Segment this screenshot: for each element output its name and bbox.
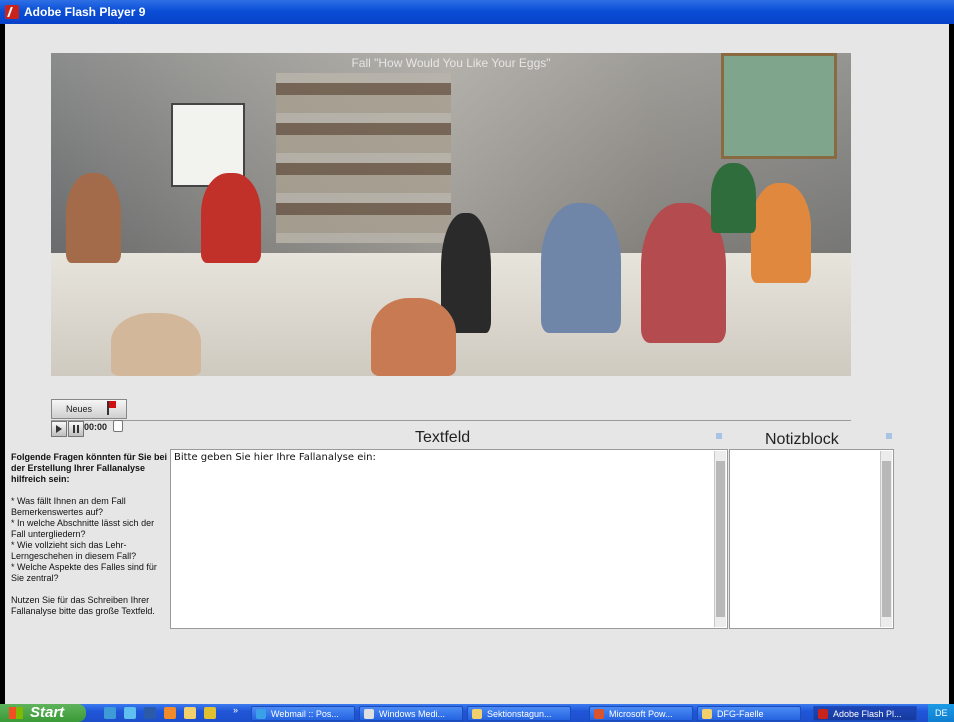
media-player-icon [364, 709, 374, 719]
video-player[interactable]: Fall "How Would You Like Your Eggs" [51, 53, 851, 376]
language-label: DE [935, 708, 948, 718]
task-button[interactable]: Windows Medi... [359, 706, 463, 721]
quicklaunch-firefox-icon[interactable] [104, 707, 116, 719]
task-label: Sektionstagun... [487, 709, 552, 719]
task-label: Adobe Flash Pl... [833, 709, 902, 719]
instructions-panel: Folgende Fragen könnten für Sie bei der … [11, 452, 171, 628]
instructions-intro: Folgende Fragen könnten für Sie bei der … [11, 452, 168, 484]
task-label: Windows Medi... [379, 709, 446, 719]
time-display: 00:00 [84, 422, 108, 432]
scroll-thumb[interactable] [882, 461, 891, 617]
powerpoint-icon [594, 709, 604, 719]
flag-icon [107, 401, 117, 415]
quicklaunch-ie-icon[interactable] [124, 707, 136, 719]
video-caption: Fall "How Would You Like Your Eggs" [351, 56, 551, 70]
quicklaunch-media-icon[interactable] [164, 707, 176, 719]
question-item: * Welche Aspekte des Falles sind für Sie… [11, 562, 157, 583]
windows-logo-icon [9, 707, 23, 719]
folder-icon [702, 709, 712, 719]
scroll-thumb[interactable] [716, 461, 725, 617]
quicklaunch-more-icon[interactable]: » [233, 705, 238, 715]
textfeld-square-icon [716, 433, 722, 439]
start-button[interactable]: Start [0, 704, 86, 722]
neues-label: Neues [66, 404, 93, 414]
start-label: Start [30, 704, 65, 721]
pause-button[interactable] [68, 421, 84, 437]
task-button[interactable]: Webmail :: Pos... [251, 706, 355, 721]
instructions-outro: Nutzen Sie für das Schreiben Ihrer Falla… [11, 595, 155, 616]
video-person [371, 298, 456, 376]
textfeld-scrollbar[interactable] [714, 451, 726, 627]
task-button[interactable]: DFG-Faelle [697, 706, 801, 721]
notizblock-input[interactable] [729, 449, 894, 629]
flash-icon [818, 709, 828, 719]
question-item: * Wie vollzieht sich das Lehr-Lerngesche… [11, 540, 137, 561]
task-label: Microsoft Pow... [609, 709, 673, 719]
task-label: DFG-Faelle [717, 709, 764, 719]
video-person [541, 203, 621, 333]
question-item: * In welche Abschnitte lässt sich der Fa… [11, 518, 155, 539]
notizblock-scrollbar[interactable] [880, 451, 892, 627]
quicklaunch-folder-icon[interactable] [184, 707, 196, 719]
notizblock-heading: Notizblock [765, 431, 839, 448]
video-bookshelf [276, 73, 451, 243]
play-icon [56, 425, 62, 433]
textfeld-value: Bitte geben Sie hier Ihre Fallanalyse ei… [174, 452, 376, 463]
window-titlebar[interactable]: Adobe Flash Player 9 [0, 0, 954, 24]
language-indicator[interactable]: DE [928, 704, 954, 722]
ie-icon [256, 709, 266, 719]
textfeld-heading: Textfeld [415, 429, 471, 446]
flash-app-icon [5, 5, 19, 19]
folder-icon [472, 709, 482, 719]
quicklaunch-word-icon[interactable] [144, 707, 156, 719]
question-item: * Was fällt Ihnen an dem Fall Bemerkensw… [11, 496, 126, 517]
task-button[interactable]: Sektionstagun... [467, 706, 571, 721]
taskbar: Start » Webmail :: Pos... Windows Medi..… [0, 704, 954, 722]
notizblock-square-icon [886, 433, 892, 439]
task-label: Webmail :: Pos... [271, 709, 339, 719]
volume-knob[interactable] [113, 420, 123, 432]
window-title: Adobe Flash Player 9 [24, 5, 146, 19]
video-person [711, 163, 756, 233]
flash-stage: Fall "How Would You Like Your Eggs" Neue… [5, 24, 949, 704]
play-button[interactable] [51, 421, 67, 437]
task-button-active[interactable]: Adobe Flash Pl... [813, 706, 917, 721]
pause-icon [73, 425, 79, 433]
quicklaunch-messenger-icon[interactable] [204, 707, 216, 719]
video-timeline[interactable] [51, 420, 851, 421]
video-person [66, 173, 121, 263]
video-person [201, 173, 261, 263]
task-button[interactable]: Microsoft Pow... [589, 706, 693, 721]
video-person [751, 183, 811, 283]
video-person [111, 313, 201, 376]
textfeld-input[interactable]: Bitte geben Sie hier Ihre Fallanalyse ei… [170, 449, 728, 629]
neues-button[interactable]: Neues [51, 399, 127, 419]
